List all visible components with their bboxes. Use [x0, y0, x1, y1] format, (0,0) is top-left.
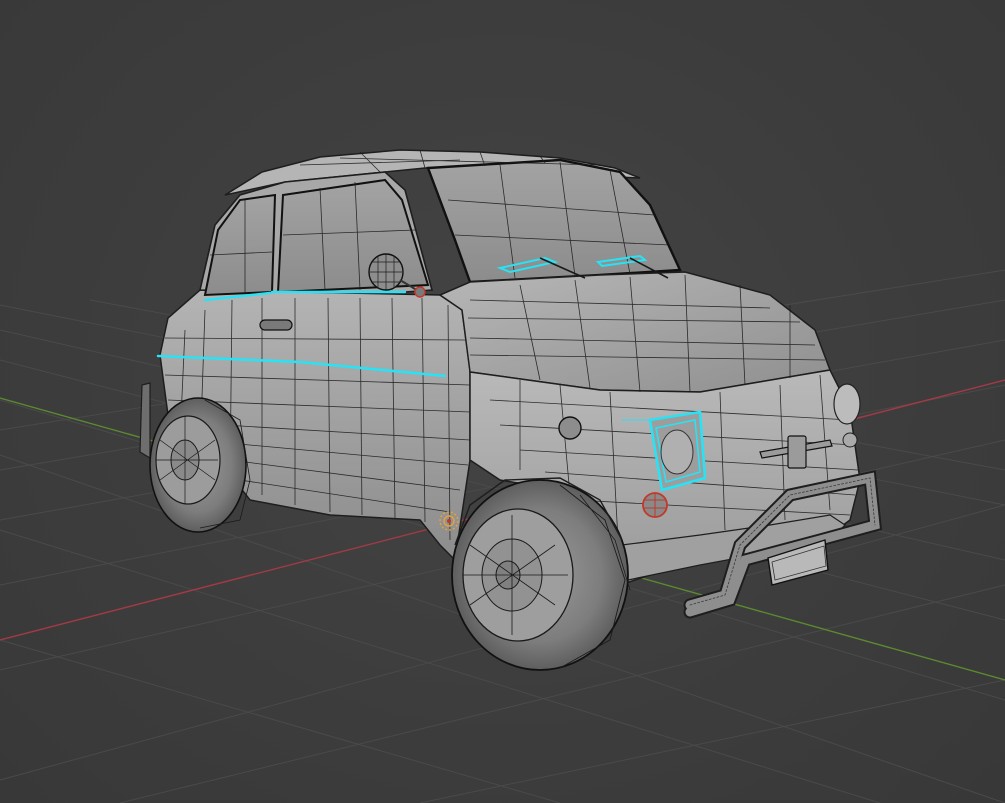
- 3d-viewport[interactable]: [0, 0, 1005, 803]
- door-handle[interactable]: [259, 319, 293, 331]
- car-model[interactable]: [139, 149, 883, 671]
- rear-side-window[interactable]: [203, 193, 277, 297]
- viewport-canvas[interactable]: [0, 0, 1005, 803]
- front-wheel[interactable]: [451, 479, 631, 671]
- side-marker-light[interactable]: [558, 416, 582, 440]
- turn-signal[interactable]: [642, 492, 668, 518]
- rear-bumper[interactable]: [139, 382, 151, 460]
